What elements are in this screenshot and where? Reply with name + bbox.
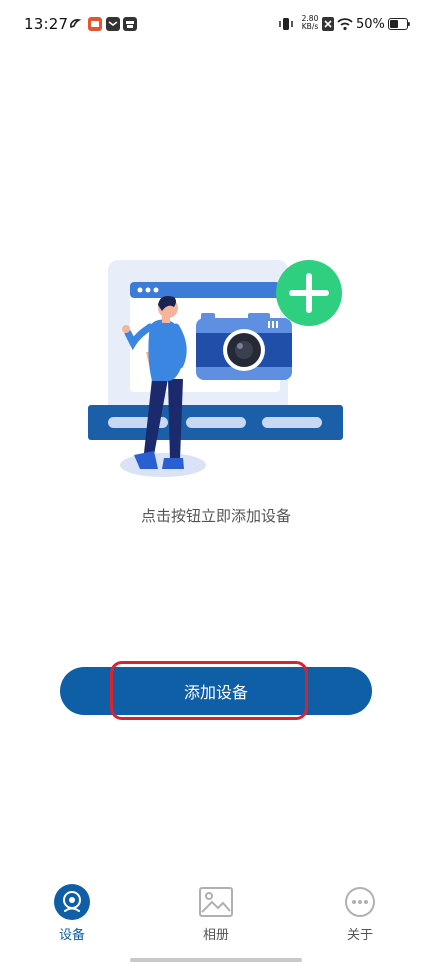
camera-icon — [54, 884, 90, 920]
nav-item-about[interactable]: 关于 — [320, 878, 400, 943]
mail-icon — [106, 17, 120, 31]
app-notification-icon — [70, 19, 82, 29]
more-icon — [342, 884, 378, 920]
battery-icon — [388, 18, 410, 30]
home-indicator[interactable] — [130, 958, 302, 962]
sim-off-icon — [322, 17, 334, 31]
status-time: 13:27 — [24, 15, 69, 33]
wifi-icon — [337, 18, 353, 31]
nav-label-about: 关于 — [346, 928, 373, 943]
bottom-nav: 设备 相册 关于 — [0, 878, 432, 964]
add-device-button-label: 添加设备 — [183, 683, 248, 702]
status-bar: 13:27 2.80 KB/s 50% — [0, 0, 432, 52]
nav-label-album: 相册 — [202, 928, 229, 943]
empty-state-hint: 点击按钮立即添加设备 — [140, 507, 291, 525]
vibrate-icon — [279, 18, 293, 30]
store-icon — [123, 17, 137, 31]
app-badge-icon — [88, 17, 102, 31]
image-icon — [198, 884, 234, 920]
net-speed: 2.80 KB/s — [298, 15, 322, 31]
net-speed-unit: KB/s — [301, 22, 319, 31]
nav-item-devices[interactable]: 设备 — [32, 878, 112, 943]
add-device-button[interactable]: 添加设备 — [60, 667, 372, 715]
nav-item-album[interactable]: 相册 — [176, 878, 256, 943]
battery-percent: 50% — [356, 17, 385, 32]
nav-label-devices: 设备 — [58, 928, 85, 943]
add-device-illustration — [88, 260, 343, 477]
